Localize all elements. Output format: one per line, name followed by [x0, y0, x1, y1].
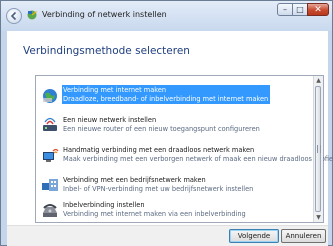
option-title: Handmatig verbinding met een draadloos n…: [63, 146, 255, 154]
scroll-up-arrow-icon[interactable]: ▲: [314, 76, 323, 85]
minimize-icon: –: [283, 5, 287, 14]
scroll-thumb[interactable]: [315, 86, 321, 212]
option-description: Verbinding met internet maken via een in…: [63, 209, 246, 218]
close-icon: ✕: [314, 5, 322, 15]
page-title: Verbindingsmethode selecteren: [23, 45, 190, 57]
title-bar: Verbinding of netwerk instellen – □ ✕: [1, 1, 332, 31]
vertical-scrollbar[interactable]: ▲ ▼: [313, 76, 323, 222]
connection-options-list: Verbinding met internet maken Draadloze,…: [35, 75, 333, 223]
option-description: Een nieuwe router of een nieuw toegangsp…: [63, 124, 260, 133]
option-description: Inbel- of VPN-verbinding met uw bedrijfs…: [63, 184, 254, 193]
option-description: Maak verbinding met een verborgen netwer…: [63, 154, 333, 163]
option-text: Inbelverbinding instellen Verbinding met…: [62, 200, 248, 219]
setup-connection-window: Verbinding of netwerk instellen – □ ✕ Ve…: [0, 0, 333, 246]
caption-buttons: – □ ✕: [277, 3, 329, 18]
wizard-content: Verbindingsmethode selecteren Verbinding…: [7, 31, 333, 225]
maximize-icon: □: [296, 5, 304, 14]
option-title: Verbinding met een bedrijfsnetwerk maken: [63, 176, 206, 184]
back-arrow-icon: [10, 11, 17, 21]
option-dialup[interactable]: Inbelverbinding instellen Verbinding met…: [38, 200, 314, 222]
internet-globe-icon: [43, 89, 57, 103]
scroll-down-arrow-icon[interactable]: ▼: [314, 213, 323, 222]
option-description: Draadloze, breedband- of inbelverbinding…: [63, 94, 269, 103]
back-button[interactable]: [6, 8, 22, 24]
workplace-network-icon: [42, 179, 58, 191]
maximize-button[interactable]: □: [292, 3, 308, 16]
option-title: Een nieuw netwerk instellen: [63, 116, 157, 124]
option-text: Een nieuw netwerk instellen Een nieuwe r…: [62, 115, 262, 134]
close-button[interactable]: ✕: [307, 3, 329, 16]
option-internet[interactable]: Verbinding met internet maken Draadloze,…: [38, 85, 314, 107]
next-button[interactable]: Volgende: [229, 229, 279, 243]
router-icon: [43, 117, 57, 131]
dialup-phone-icon: [43, 204, 57, 217]
cancel-button[interactable]: Annuleren: [281, 229, 326, 243]
scroll-grip-icon: [317, 145, 321, 153]
network-setup-icon: [27, 10, 37, 20]
wireless-computer-icon: [43, 148, 59, 162]
option-title: Inbelverbinding instellen: [63, 201, 145, 209]
option-text: Verbinding met internet maken Draadloze,…: [62, 85, 271, 104]
option-text: Handmatig verbinding met een draadloos n…: [62, 145, 333, 164]
option-title: Verbinding met internet maken: [63, 86, 167, 94]
option-workplace[interactable]: Verbinding met een bedrijfsnetwerk maken…: [38, 175, 314, 197]
minimize-button[interactable]: –: [277, 3, 293, 16]
option-text: Verbinding met een bedrijfsnetwerk maken…: [62, 175, 255, 194]
window-title: Verbinding of netwerk instellen: [42, 10, 167, 19]
option-manual-wireless[interactable]: Handmatig verbinding met een draadloos n…: [38, 145, 333, 167]
wizard-footer: Volgende Annuleren: [7, 225, 328, 246]
option-new-network[interactable]: Een nieuw netwerk instellen Een nieuwe r…: [38, 115, 314, 137]
